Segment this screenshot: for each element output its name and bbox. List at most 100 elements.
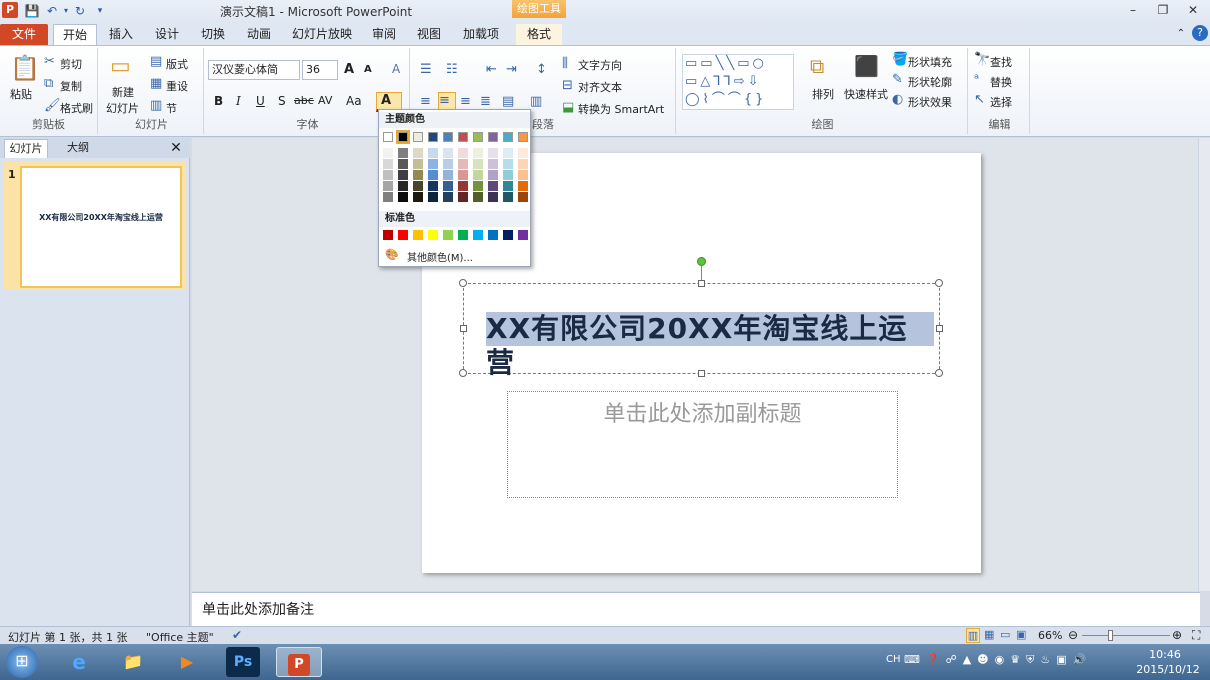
shape-effects-button[interactable]: 形状效果 <box>908 94 952 110</box>
justify-icon[interactable]: ≣ <box>480 94 491 110</box>
tab-addins[interactable]: 加载项 <box>456 24 506 46</box>
input-language[interactable]: CH <box>886 654 901 665</box>
maximize-button[interactable]: ❐ <box>1150 2 1176 18</box>
fit-to-window-icon[interactable]: ⛶ <box>1192 628 1200 643</box>
clear-format-button[interactable]: A <box>392 62 400 76</box>
close-button[interactable]: ✕ <box>1180 2 1206 18</box>
layout-button[interactable]: 版式 <box>166 56 188 72</box>
standard-color-swatch[interactable] <box>503 230 513 240</box>
tab-file[interactable]: 文件 <box>0 24 48 46</box>
tab-review[interactable]: 审阅 <box>364 24 404 46</box>
format-painter-icon[interactable]: 🖌 <box>44 98 61 114</box>
redo-icon[interactable]: ↻ <box>72 3 88 19</box>
standard-color-swatch[interactable] <box>398 230 408 240</box>
powerpoint-taskbar-icon[interactable]: P <box>276 647 322 677</box>
resize-handle-br[interactable] <box>935 369 943 377</box>
slide-thumbnail[interactable]: XX有限公司20XX年淘宝线上运营 <box>20 166 182 288</box>
start-button[interactable]: ⊞ <box>6 646 38 678</box>
shadow-button[interactable]: S <box>278 94 286 108</box>
resize-handle-bottom[interactable] <box>698 370 705 377</box>
paste-icon[interactable]: 📋 <box>10 54 40 82</box>
standard-color-swatch[interactable] <box>443 230 453 240</box>
tab-slides-pane[interactable]: 幻灯片 <box>4 139 48 158</box>
copy-button[interactable]: 复制 <box>60 78 82 94</box>
numbering-icon[interactable]: ☷ <box>446 62 458 78</box>
change-case-button[interactable]: Aa <box>346 94 362 108</box>
zoom-in-icon[interactable]: ⊕ <box>1172 628 1182 642</box>
tab-outline-pane[interactable]: 大纲 <box>56 139 100 158</box>
bullets-icon[interactable]: ☰ <box>420 62 432 78</box>
tab-slideshow[interactable]: 幻灯片放映 <box>284 24 360 46</box>
resize-handle-right[interactable] <box>936 325 943 332</box>
color-palette-icon[interactable]: 🎨 <box>385 248 399 261</box>
collapse-ribbon-icon[interactable]: ⌃ <box>1174 24 1188 46</box>
quick-styles-icon[interactable]: ⬛ <box>854 54 879 78</box>
tray-icons[interactable]: ⌨❓☍▲☻◉♛⛨♨▣🔊 <box>904 653 1092 667</box>
find-button[interactable]: 查找 <box>990 54 1012 70</box>
powerpoint-app-icon[interactable]: P <box>2 2 18 18</box>
shape-fill-icon[interactable]: 🪣 <box>892 52 908 68</box>
resize-handle-top[interactable] <box>698 280 705 287</box>
standard-color-swatch[interactable] <box>383 230 393 240</box>
photoshop-icon[interactable]: Ps <box>226 647 260 677</box>
smartart-icon[interactable]: ⬓ <box>562 100 574 116</box>
new-slide-button[interactable]: 新建 <box>112 84 134 100</box>
section-button[interactable]: 节 <box>166 100 177 116</box>
shape-outline-icon[interactable]: ✎ <box>892 72 903 88</box>
spell-check-icon[interactable]: ✔ <box>232 628 242 642</box>
align-text-button[interactable]: 对齐文本 <box>578 79 622 95</box>
subtitle-placeholder[interactable]: 单击此处添加副标题 <box>507 396 898 428</box>
font-name-combo[interactable]: 汉仪菱心体简 <box>208 60 300 80</box>
shapes-gallery[interactable]: ▭▭╲╲▭○ ▭△⅂⅂⇨⇩ ◯⌇⌒⌒{} <box>682 54 794 110</box>
tab-transitions[interactable]: 切换 <box>192 24 234 46</box>
arrange-icon[interactable]: ⧉ <box>810 54 824 78</box>
normal-view-icon[interactable]: ▥ <box>966 628 980 643</box>
font-size-combo[interactable]: 36 <box>302 60 338 80</box>
standard-color-swatch[interactable] <box>473 230 483 240</box>
standard-color-swatch[interactable] <box>488 230 498 240</box>
tab-view[interactable]: 视图 <box>408 24 450 46</box>
reset-icon[interactable]: ▦ <box>150 76 162 92</box>
distributed-icon[interactable]: ▤ <box>502 94 514 110</box>
ie-icon[interactable]: e <box>62 647 96 677</box>
section-icon[interactable]: ▥ <box>150 98 162 114</box>
tab-insert[interactable]: 插入 <box>100 24 142 46</box>
tab-format[interactable]: 格式 <box>516 24 562 46</box>
minimize-button[interactable]: – <box>1120 2 1146 18</box>
reset-button[interactable]: 重设 <box>166 78 188 94</box>
close-pane-icon[interactable]: ✕ <box>166 139 186 158</box>
strikethrough-button[interactable]: abc <box>294 94 314 107</box>
align-right-icon[interactable]: ≡ <box>460 94 471 110</box>
explorer-icon[interactable]: 📁 <box>116 647 150 677</box>
select-button[interactable]: 选择 <box>990 94 1012 110</box>
format-painter-button[interactable]: 格式刷 <box>60 100 93 116</box>
notes-pane[interactable] <box>192 592 1200 626</box>
line-spacing-icon[interactable]: ↕ <box>536 62 547 78</box>
arrange-button[interactable]: 排列 <box>812 86 834 102</box>
sorter-view-icon[interactable]: ▦ <box>984 628 994 641</box>
quick-styles-button[interactable]: 快速样式 <box>844 86 888 102</box>
tab-design[interactable]: 设计 <box>146 24 188 46</box>
resize-handle-tl[interactable] <box>459 279 467 287</box>
decrease-indent-icon[interactable]: ⇤ <box>486 62 497 78</box>
resize-handle-bl[interactable] <box>459 369 467 377</box>
zoom-out-icon[interactable]: ⊖ <box>1068 628 1078 642</box>
media-player-icon[interactable]: ▶ <box>170 647 204 677</box>
copy-icon[interactable]: ⧉ <box>44 76 53 92</box>
char-spacing-button[interactable]: AV <box>318 94 332 107</box>
zoom-slider[interactable] <box>1082 635 1170 636</box>
shape-effects-icon[interactable]: ◐ <box>892 92 903 108</box>
standard-color-swatch[interactable] <box>458 230 468 240</box>
align-left-icon[interactable]: ≡ <box>420 94 431 110</box>
shape-outline-button[interactable]: 形状轮廓 <box>908 74 952 90</box>
standard-color-swatch[interactable] <box>413 230 423 240</box>
bold-button[interactable]: B <box>214 94 223 108</box>
replace-icon[interactable]: ᵃ <box>974 72 979 88</box>
text-direction-icon[interactable]: ⫼ <box>562 56 568 72</box>
reading-view-icon[interactable]: ▭ <box>1000 628 1010 641</box>
underline-button[interactable]: U <box>256 94 265 108</box>
align-text-icon[interactable]: ⊟ <box>562 78 573 94</box>
tab-animations[interactable]: 动画 <box>238 24 280 46</box>
notes-placeholder[interactable]: 单击此处添加备注 <box>202 599 314 619</box>
vertical-scrollbar[interactable] <box>1198 138 1210 591</box>
